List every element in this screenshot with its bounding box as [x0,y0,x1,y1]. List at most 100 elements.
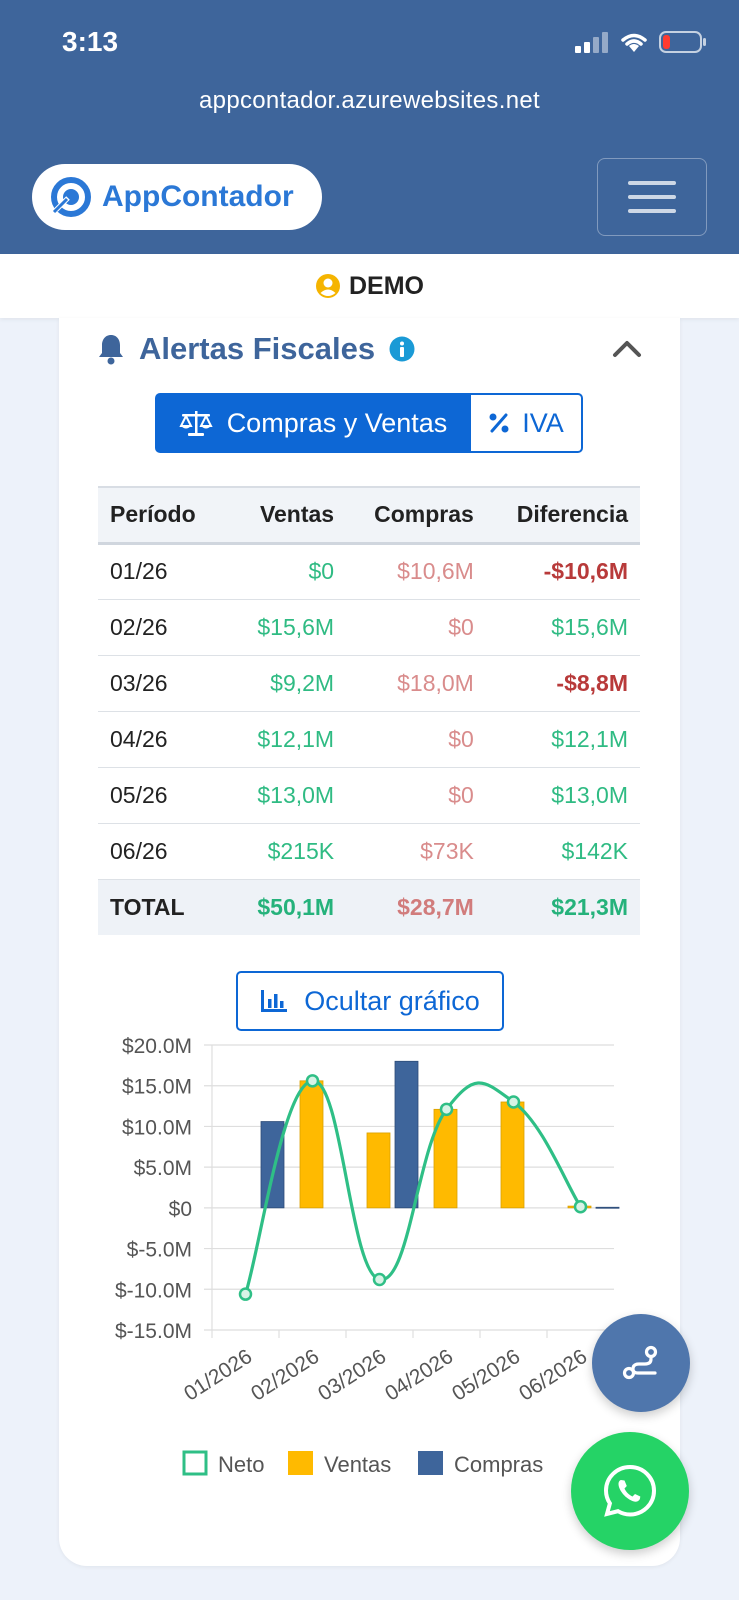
hamburger-menu-button[interactable] [597,158,707,236]
point-neto [305,1074,320,1088]
bar-ventas [299,1080,324,1209]
balance-scale-icon [179,411,213,436]
point-neto [573,1199,588,1214]
cell-ventas: $13,0M [235,767,347,824]
cell-compras: $0 [346,599,486,656]
cell-diferencia: -$10,6M [485,543,640,600]
cell-periodo: 02/26 [98,599,236,656]
alerts-card: Alertas Fiscales Compras y Ventas IVA Pe… [59,318,680,1566]
tab-compras-ventas[interactable]: Compras y Ventas [155,393,471,453]
user-name: DEMO [349,271,424,300]
column-header: Diferencia [485,486,640,545]
point-neto [439,1102,454,1117]
cell-compras: $0 [346,711,486,768]
table-row: 03/26 $9,2M $18,0M -$8,8M [98,655,640,712]
x-tick-label: 04/2026 [381,1345,457,1406]
alerts-card-header[interactable]: Alertas Fiscales [97,324,642,374]
x-tick-label: 01/2026 [180,1345,256,1406]
user-bar: DEMO [0,254,739,318]
point-neto [238,1287,253,1301]
cell-total-label: TOTAL [98,879,236,935]
column-header: Compras [346,486,486,545]
bar-chart-icon [261,990,288,1012]
table-header-row: Período Ventas Compras Diferencia [98,486,640,545]
alerts-tab-group: Compras y Ventas IVA [155,393,583,453]
table-row: 05/26 $13,0M $0 $13,0M [98,767,640,824]
bar-compras [595,1206,620,1209]
table-total-row: TOTAL $50,1M $28,7M $21,3M [98,879,640,935]
tab-iva[interactable]: IVA [471,393,583,453]
battery-icon [659,31,706,53]
info-icon[interactable] [389,336,415,362]
table-row: 01/26 $0 $10,6M -$10,6M [98,543,640,600]
column-header: Ventas [235,486,347,545]
whatsapp-icon [603,1464,657,1517]
legend-label: Ventas [324,1452,391,1477]
cell-diferencia: $142K [485,823,640,880]
browser-url[interactable]: appcontador.azurewebsites.net [0,87,739,115]
alerts-table: Período Ventas Compras Diferencia 01/26 … [98,486,640,935]
tab-iva-label: IVA [522,407,564,438]
top-bar: 3:13 appcontador.azurewebsites.net AppCo… [0,0,739,254]
signal-icon [575,32,608,53]
cell-ventas: $215K [235,823,347,880]
legend-label: Neto [218,1452,264,1477]
x-tick-label: 05/2026 [448,1345,524,1406]
percent-icon [489,413,509,433]
legend-label: Compras [454,1452,543,1477]
bar-compras [260,1121,285,1209]
y-tick-label: $15.0M [122,1076,192,1099]
table-row: 04/26 $12,1M $0 $12,1M [98,711,640,768]
status-icons [575,30,707,54]
menu-line [628,195,676,199]
x-tick-label: 03/2026 [314,1345,390,1406]
cell-periodo: 04/26 [98,711,236,768]
legend-swatch-ventas [288,1451,313,1475]
cell-periodo: 06/26 [98,823,236,880]
cell-ventas: $0 [235,543,347,600]
cell-periodo: 03/26 [98,655,236,712]
cell-compras: $0 [346,767,486,824]
table-row: 06/26 $215K $73K $142K [98,823,640,880]
user-circle-icon [316,274,340,298]
cell-ventas: $12,1M [235,711,347,768]
cell-diferencia: -$8,8M [485,655,640,712]
legend-swatch-compras [418,1451,443,1475]
tab-compras-ventas-label: Compras y Ventas [226,407,448,438]
chevron-up-icon[interactable] [612,338,642,358]
cell-periodo: 01/26 [98,543,236,600]
cell-compras: $73K [346,823,486,880]
x-tick-label: 06/2026 [515,1345,591,1406]
column-header: Período [98,486,236,545]
cell-diferencia: $13,0M [485,767,640,824]
cell-diferencia: $15,6M [485,599,640,656]
bell-icon [99,335,123,365]
cell-compras: $18,0M [346,655,486,712]
route-icon [622,1345,658,1380]
appcontador-logo-icon [51,177,91,217]
y-tick-label: $20.0M [122,1035,192,1058]
y-tick-label: $10.0M [122,1116,192,1139]
cell-ventas: $15,6M [235,599,347,656]
y-tick-label: $5.0M [134,1157,192,1180]
menu-line [628,181,676,185]
cell-total-compras: $28,7M [346,879,486,935]
y-tick-label: $-15.0M [115,1320,192,1343]
route-fab-button[interactable] [592,1314,690,1412]
bar-ventas [366,1132,391,1209]
cell-total-diferencia: $21,3M [485,879,640,935]
point-neto [372,1272,387,1287]
toggle-chart-label: Ocultar gráfico [304,985,480,1016]
whatsapp-fab-button[interactable] [571,1432,689,1550]
point-neto [506,1095,521,1109]
alerts-title: Alertas Fiscales [139,331,376,366]
y-tick-label: $-10.0M [115,1279,192,1302]
y-tick-label: $0 [169,1198,192,1221]
wifi-icon [621,33,647,52]
cell-periodo: 05/26 [98,767,236,824]
brand-logo-pill[interactable]: AppContador [32,164,322,230]
cell-diferencia: $12,1M [485,711,640,768]
cell-total-ventas: $50,1M [235,879,347,935]
x-tick-label: 02/2026 [247,1345,323,1406]
status-time: 3:13 [62,26,119,57]
